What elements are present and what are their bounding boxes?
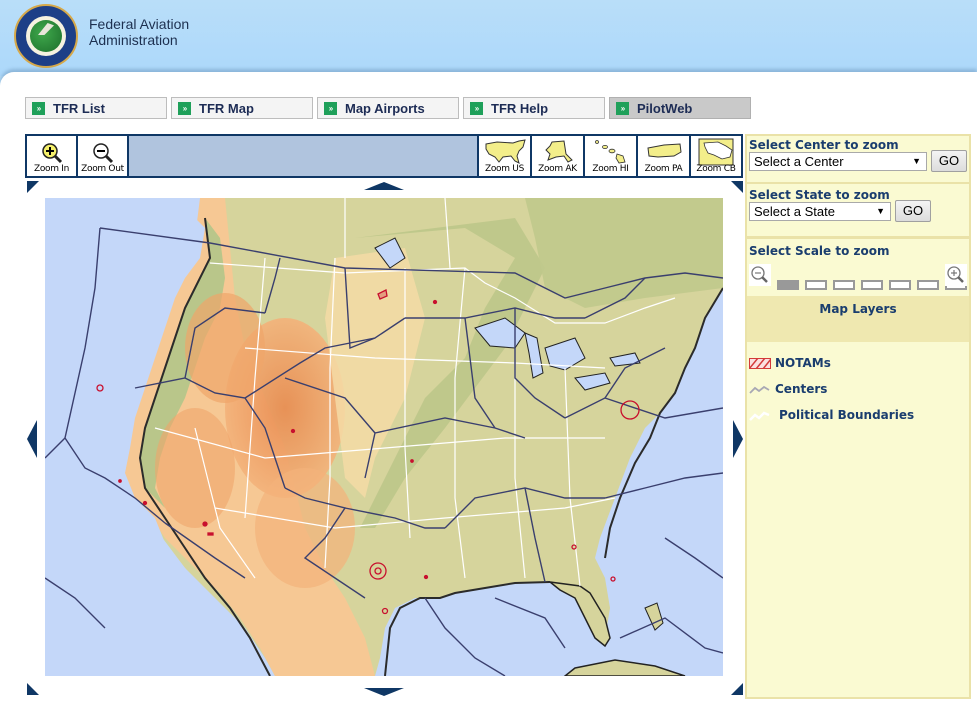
tab-tfr-list[interactable]: » TFR List [25, 97, 167, 119]
pan-north-arrow[interactable] [364, 182, 404, 190]
dropdown-caret-icon: ▼ [876, 206, 885, 216]
zoom-ak-button[interactable]: Zoom AK [530, 136, 583, 176]
center-select[interactable]: Select a Center ▼ [749, 152, 927, 171]
scale-select-title: Select Scale to zoom [749, 244, 890, 258]
caribbean-map-icon [698, 138, 734, 166]
map-layers-header: Map Layers [747, 296, 969, 342]
tab-pilotweb[interactable]: » PilotWeb [609, 97, 751, 119]
notam-marker[interactable] [207, 532, 214, 536]
arrow-icon: » [616, 101, 629, 115]
faa-seal-logo[interactable]: FEDERAL AVIATION ADMINISTRATION [14, 4, 78, 68]
pan-southwest-arrow[interactable] [27, 683, 39, 695]
magnifier-plus-icon [947, 266, 964, 283]
map-canvas[interactable] [45, 198, 723, 676]
pan-northwest-arrow[interactable] [27, 181, 39, 193]
zoom-us-button[interactable]: Zoom US [477, 136, 530, 176]
hawaii-map-icon [594, 140, 626, 164]
scale-level-2[interactable] [805, 280, 827, 290]
zoom-cb-button[interactable]: Zoom CB [689, 136, 741, 176]
map-toolbar: Zoom In Zoom Out Zoom US Zoom AK Zoom HI [25, 134, 743, 178]
tfr-map[interactable] [45, 198, 723, 676]
arrow-icon: » [178, 101, 191, 115]
layer-political-boundaries[interactable]: Political Boundaries [749, 408, 914, 422]
center-select-title: Select Center to zoom [749, 138, 899, 152]
divider [747, 182, 969, 184]
zoom-in-icon [41, 143, 62, 164]
zoom-out-button[interactable]: Zoom Out [78, 136, 129, 176]
map-controls-sidebar: Select Center to zoom Select a Center ▼ … [745, 134, 971, 699]
notam-marker[interactable] [142, 500, 148, 506]
notam-marker[interactable] [290, 428, 296, 434]
center-go-button[interactable]: GO [931, 150, 967, 172]
arrow-icon: » [324, 101, 337, 115]
pan-south-arrow[interactable] [364, 688, 404, 696]
nav-tabs: » TFR List » TFR Map » Map Airports » TFR He… [25, 97, 751, 119]
scale-level-1[interactable] [777, 280, 799, 290]
scale-zoom-out-button[interactable] [749, 264, 771, 286]
pan-east-arrow[interactable] [733, 420, 743, 458]
zoom-out-icon [92, 143, 113, 164]
scale-bar [777, 280, 967, 290]
zoom-in-button[interactable]: Zoom In [27, 136, 78, 176]
notam-marker[interactable] [202, 521, 208, 527]
tab-map-airports[interactable]: » Map Airports [317, 97, 459, 119]
state-go-button[interactable]: GO [895, 200, 931, 222]
alaska-map-icon [544, 140, 573, 163]
notam-marker[interactable] [410, 459, 414, 463]
magnifier-minus-icon [751, 266, 768, 283]
pan-southeast-arrow[interactable] [731, 683, 743, 695]
hatched-red-swatch-icon [749, 357, 771, 369]
layer-centers[interactable]: Centers [749, 382, 827, 396]
scale-level-3[interactable] [833, 280, 855, 290]
tab-tfr-map[interactable]: » TFR Map [171, 97, 313, 119]
tab-tfr-help[interactable]: » TFR Help [463, 97, 605, 119]
notam-marker[interactable] [432, 299, 438, 305]
zoom-hi-button[interactable]: Zoom HI [583, 136, 636, 176]
site-header: FEDERAL AVIATION ADMINISTRATION Federal … [0, 0, 977, 76]
dropdown-caret-icon: ▼ [912, 156, 921, 166]
notam-marker[interactable] [610, 576, 616, 582]
state-select-title: Select State to zoom [749, 188, 890, 202]
us-map-icon [485, 139, 526, 164]
scale-level-6[interactable] [917, 280, 939, 290]
notam-marker[interactable] [423, 574, 429, 580]
white-line-swatch-icon [749, 411, 770, 421]
arrow-icon: » [32, 101, 45, 115]
divider [747, 236, 969, 239]
pacific-map-icon [646, 143, 682, 158]
pan-west-arrow[interactable] [27, 420, 37, 458]
gray-line-swatch-icon [749, 385, 770, 394]
state-select[interactable]: Select a State ▼ [749, 202, 891, 221]
scale-level-5[interactable] [889, 280, 911, 290]
agency-name: Federal Aviation Administration [89, 16, 190, 48]
scale-level-4[interactable] [861, 280, 883, 290]
scale-zoom-in-button[interactable] [945, 264, 967, 286]
zoom-pa-button[interactable]: Zoom PA [636, 136, 689, 176]
layer-notams[interactable]: NOTAMs [749, 356, 831, 370]
pan-northeast-arrow[interactable] [731, 181, 743, 193]
notam-marker[interactable] [118, 479, 122, 483]
arrow-icon: » [470, 101, 483, 115]
